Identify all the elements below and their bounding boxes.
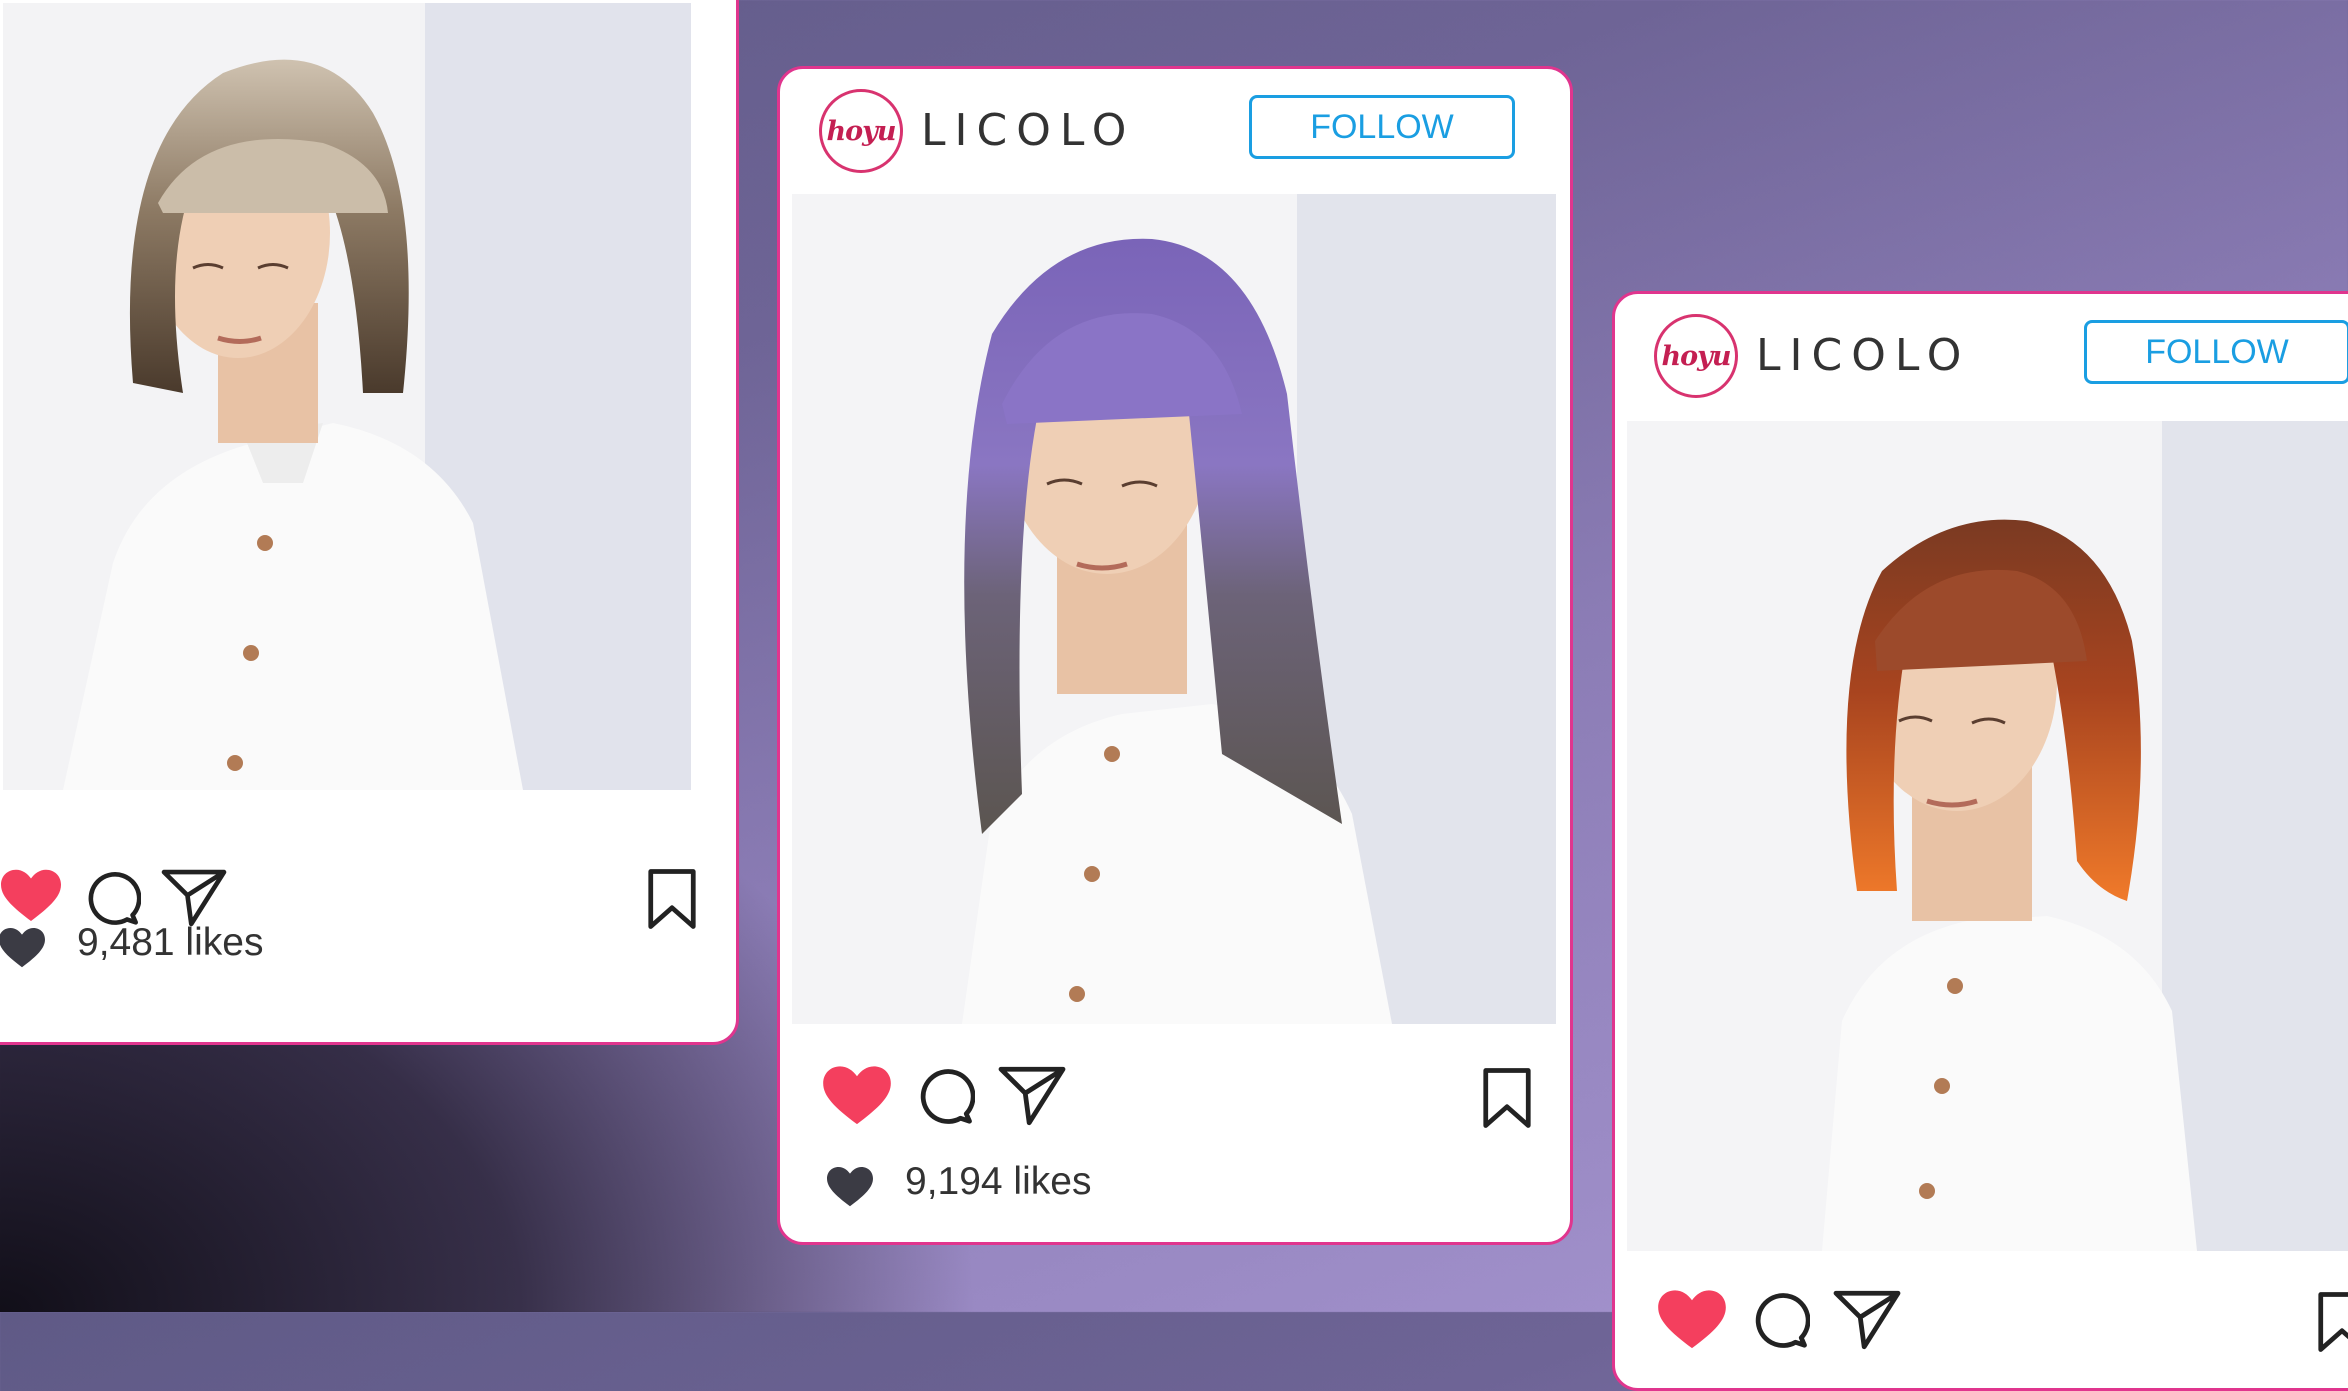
post-3-like-icon[interactable] [1658,1289,1726,1351]
post-2-share-icon[interactable] [998,1065,1066,1127]
post-2-header: hoyu LICOLO FOLLOW [780,69,1570,194]
post-3-bookmark-icon[interactable] [2317,1291,2348,1353]
post-1-comment-icon[interactable] [83,868,141,926]
post-3-brand-logo[interactable]: hoyu [1654,314,1738,398]
post-2-likes-heart-icon [827,1166,873,1208]
post-3-photo[interactable] [1627,421,2348,1251]
post-1-likes-heart-icon [0,927,45,969]
post-2-likes-row: 9,194 likes [827,1160,1227,1210]
post-3-brand-name[interactable]: LICOLO [1756,330,1970,381]
post-2-follow-button[interactable]: FOLLOW [1249,95,1515,159]
post-1-like-icon[interactable] [1,868,61,924]
post-card-3: hoyu LICOLO FOLLOW [1612,291,2348,1391]
post-2-likes-count: 9,194 likes [905,1160,1092,1203]
post-2-brand-logo[interactable]: hoyu [819,89,903,173]
post-2-comment-icon[interactable] [915,1065,975,1125]
post-3-comment-icon[interactable] [1750,1289,1810,1349]
post-2-brand-name[interactable]: LICOLO [921,105,1135,156]
post-card-2: hoyu LICOLO FOLLOW 9,194 likes [777,66,1573,1245]
post-card-1: 9,481 likes [0,0,739,1045]
post-3-share-icon[interactable] [1833,1289,1901,1351]
post-2-bookmark-icon[interactable] [1482,1067,1532,1129]
post-1-bookmark-icon[interactable] [647,869,697,929]
post-2-like-icon[interactable] [823,1065,891,1127]
post-3-follow-button[interactable]: FOLLOW [2084,320,2348,384]
post-2-photo[interactable] [792,194,1556,1024]
post-1-likes-row: 9,481 likes [0,921,399,971]
post-1-share-icon[interactable] [161,868,227,928]
post-1-likes-count: 9,481 likes [77,921,264,964]
post-1-photo[interactable] [3,3,691,790]
post-3-header: hoyu LICOLO FOLLOW [1615,294,2348,419]
